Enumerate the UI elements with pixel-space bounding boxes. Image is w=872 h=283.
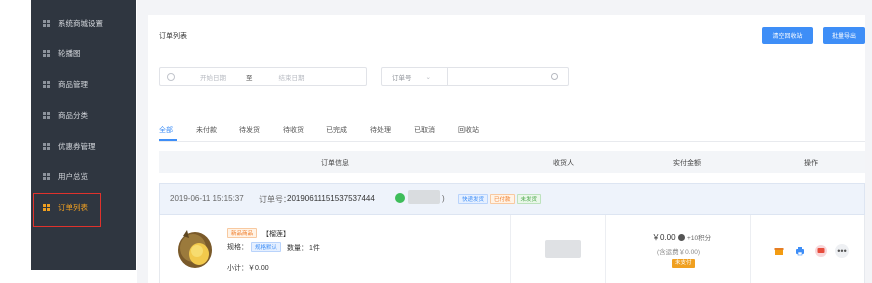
app-root: 系统商城设置 轮播图 商品管理 商品分类 优惠券管理 用户总览 订单列表 订单列… xyxy=(0,0,872,283)
chevron-down-icon: ⌄ xyxy=(425,73,431,81)
grid-icon xyxy=(43,172,50,180)
sidebar-item-banner[interactable]: 轮播图 xyxy=(31,38,136,68)
content-card: 订单列表 清空回收站 批量导出 开始日期 至 结束日期 订单号 ⌄ 全部 未付款… xyxy=(148,15,865,283)
product-thumbnail[interactable] xyxy=(175,226,215,270)
recipient-blur xyxy=(545,240,581,258)
sidebar-item-label: 优惠券管理 xyxy=(58,141,96,151)
sidebar-item-products[interactable]: 商品管理 xyxy=(31,69,136,99)
search-type-select[interactable]: 订单号 ⌄ xyxy=(382,68,448,85)
main-area: 订单列表 清空回收站 批量导出 开始日期 至 结束日期 订单号 ⌄ 全部 未付款… xyxy=(137,0,872,283)
range-separator: 至 xyxy=(246,74,253,82)
tab-completed[interactable]: 已完成 xyxy=(326,125,347,135)
tag-express: 快递发货 xyxy=(458,194,489,204)
order-body-row: 新品商品 【榴莲】 规格： 规格默认 数量： 1件 小计：￥0.00 ￥0.00… xyxy=(159,215,865,283)
grid-icon xyxy=(43,111,50,119)
tag-paid: 已付款 xyxy=(490,194,515,204)
search-input[interactable] xyxy=(448,68,551,85)
sidebar: 系统商城设置 轮播图 商品管理 商品分类 优惠券管理 用户总览 订单列表 xyxy=(31,0,136,270)
sidebar-item-mall-settings[interactable]: 系统商城设置 xyxy=(31,8,136,38)
tab-to-ship[interactable]: 待发货 xyxy=(239,125,260,135)
amount: ￥0.00 +10积分 xyxy=(652,232,711,243)
header-recipient: 收货人 xyxy=(553,160,574,167)
order-tabs: 全部 未付款 待发货 待收货 已完成 待处理 已取消 回收站 xyxy=(159,122,865,142)
sidebar-item-label: 用户总览 xyxy=(58,171,88,181)
pay-status-badge: 未支付 xyxy=(672,259,695,268)
order-paren: ) xyxy=(442,194,445,203)
message-icon xyxy=(815,245,827,257)
active-tab-indicator xyxy=(159,139,177,141)
order-date: 2019-06-11 15:15:37 xyxy=(170,194,244,203)
tab-pending[interactable]: 待处理 xyxy=(370,125,391,135)
header-order-info: 订单信息 xyxy=(321,160,349,167)
order-header-row: 2019-06-11 15:15:37 订单号： 201906111515375… xyxy=(159,183,865,215)
sidebar-item-coupons[interactable]: 优惠券管理 xyxy=(31,131,136,161)
order-tags: 快递发货 已付款 未发货 xyxy=(458,194,543,204)
subtotal: 小计：￥0.00 xyxy=(227,265,269,272)
amount-shipping: (含运费￥0.00) xyxy=(657,249,700,256)
spec-value: 规格默认 xyxy=(251,242,282,252)
print-ticket-button[interactable] xyxy=(772,244,786,258)
qty-label: 数量： xyxy=(287,245,308,252)
order-number: 20190611151537537444 xyxy=(287,194,375,203)
amount-points: +10积分 xyxy=(687,235,712,242)
grid-icon xyxy=(43,142,50,150)
sidebar-item-label: 轮播图 xyxy=(58,48,81,58)
tab-cancelled[interactable]: 已取消 xyxy=(414,125,435,135)
order-search: 订单号 ⌄ xyxy=(381,67,569,86)
product-name[interactable]: 【榴莲】 xyxy=(262,229,290,239)
tab-recycle-bin[interactable]: 回收站 xyxy=(458,125,479,135)
printer-icon xyxy=(796,247,804,256)
clear-recycle-button[interactable]: 清空回收站 xyxy=(762,27,813,44)
table-header: 订单信息 收货人 实付金额 操作 xyxy=(159,151,865,173)
wechat-icon xyxy=(395,193,405,203)
clock-icon xyxy=(167,72,175,81)
print-order-button[interactable] xyxy=(793,244,807,258)
sidebar-item-label: 商品管理 xyxy=(58,79,88,89)
header-actions: 操作 xyxy=(804,160,818,167)
tab-all[interactable]: 全部 xyxy=(159,125,173,135)
header-amount: 实付金额 xyxy=(673,160,701,167)
info-icon[interactable] xyxy=(677,234,685,242)
batch-export-button[interactable]: 批量导出 xyxy=(823,27,865,44)
date-range-picker[interactable]: 开始日期 至 结束日期 xyxy=(159,67,367,86)
spec-label: 规格： xyxy=(227,244,248,251)
grid-icon xyxy=(43,19,50,27)
more-button[interactable]: ••• xyxy=(835,244,849,258)
sidebar-item-users[interactable]: 用户总览 xyxy=(31,161,136,191)
grid-icon xyxy=(43,49,50,57)
tag-unshipped: 未发货 xyxy=(516,194,542,204)
column-divider xyxy=(750,215,751,283)
start-date-input[interactable]: 开始日期 xyxy=(200,72,226,82)
end-date-input[interactable]: 结束日期 xyxy=(279,72,305,82)
amount-value: ￥0.00 xyxy=(652,233,676,242)
grid-icon xyxy=(43,80,50,88)
page-title: 订单列表 xyxy=(159,33,187,40)
search-icon[interactable] xyxy=(551,73,558,80)
sidebar-item-categories[interactable]: 商品分类 xyxy=(31,100,136,130)
product-tag: 新品商品 xyxy=(227,228,258,238)
more-icon: ••• xyxy=(837,246,847,256)
sidebar-item-label: 商品分类 xyxy=(58,110,88,120)
column-divider xyxy=(510,215,511,283)
sidebar-item-label: 系统商城设置 xyxy=(58,18,103,28)
message-button[interactable] xyxy=(814,244,828,258)
column-divider xyxy=(605,215,606,283)
highlight-box xyxy=(33,193,101,227)
tab-to-receive[interactable]: 待收货 xyxy=(283,125,304,135)
buyer-avatar-blur xyxy=(408,190,440,204)
search-type-label: 订单号 xyxy=(392,74,412,82)
tab-unpaid[interactable]: 未付款 xyxy=(196,125,217,135)
gift-icon xyxy=(774,248,784,255)
qty-value: 1件 xyxy=(309,245,320,252)
